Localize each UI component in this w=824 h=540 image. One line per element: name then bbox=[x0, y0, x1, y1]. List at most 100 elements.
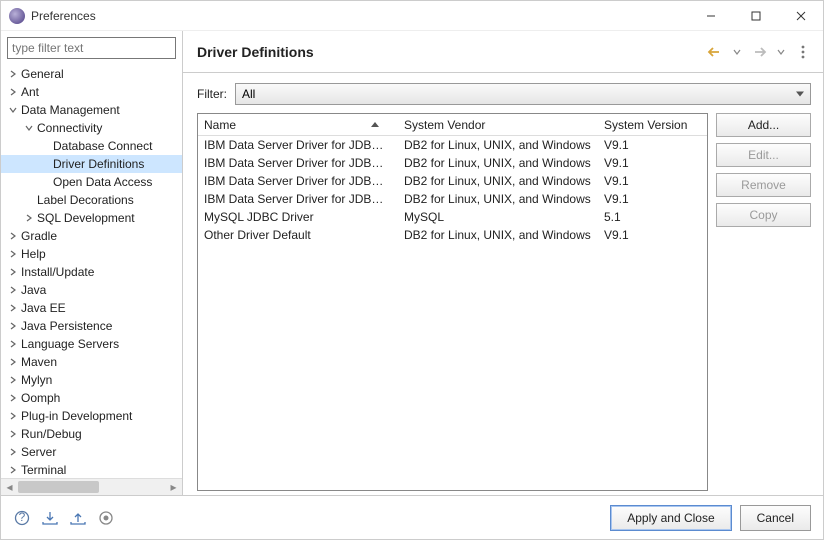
filter-text-input[interactable] bbox=[7, 37, 176, 59]
tree-item[interactable]: Mylyn bbox=[1, 371, 182, 389]
tree-item[interactable]: Maven bbox=[1, 353, 182, 371]
cell-name: IBM Data Server Driver for JDBC an... bbox=[198, 156, 398, 170]
tree-item[interactable]: Server bbox=[1, 443, 182, 461]
tree-item[interactable]: Label Decorations bbox=[1, 191, 182, 209]
scroll-right-icon[interactable]: ▸ bbox=[165, 479, 182, 495]
tree-item[interactable]: Open Data Access bbox=[1, 173, 182, 191]
export-icon[interactable] bbox=[69, 509, 87, 527]
tree-item[interactable]: Terminal bbox=[1, 461, 182, 478]
chevron-right-icon[interactable] bbox=[7, 448, 19, 456]
help-icon[interactable]: ? bbox=[13, 509, 31, 527]
chevron-down-icon[interactable] bbox=[7, 106, 19, 114]
cell-version: V9.1 bbox=[598, 138, 707, 152]
remove-button[interactable]: Remove bbox=[716, 173, 811, 197]
sidebar-horizontal-scroll[interactable]: ◂ ▸ bbox=[1, 478, 182, 495]
table-row[interactable]: IBM Data Server Driver for JDBC an...DB2… bbox=[198, 136, 707, 154]
tree-item-label: Oomph bbox=[21, 391, 60, 405]
tree-item[interactable]: Connectivity bbox=[1, 119, 182, 137]
tree-item-label: Connectivity bbox=[37, 121, 102, 135]
chevron-right-icon[interactable] bbox=[7, 322, 19, 330]
chevron-right-icon[interactable] bbox=[7, 286, 19, 294]
tree-item[interactable]: Java EE bbox=[1, 299, 182, 317]
chevron-right-icon[interactable] bbox=[7, 70, 19, 78]
copy-button[interactable]: Copy bbox=[716, 203, 811, 227]
filter-dropdown[interactable]: All bbox=[235, 83, 811, 105]
table-row[interactable]: MySQL JDBC DriverMySQL5.1 bbox=[198, 208, 707, 226]
minimize-button[interactable] bbox=[688, 1, 733, 31]
cell-vendor: DB2 for Linux, UNIX, and Windows bbox=[398, 156, 598, 170]
tree-item[interactable]: Driver Definitions bbox=[1, 155, 182, 173]
column-header-version[interactable]: System Version bbox=[598, 114, 707, 135]
cell-name: IBM Data Server Driver for JDBC an... bbox=[198, 174, 398, 188]
column-header-vendor[interactable]: System Vendor bbox=[398, 114, 598, 135]
chevron-right-icon[interactable] bbox=[7, 376, 19, 384]
tree-item-label: Gradle bbox=[21, 229, 57, 243]
table-row[interactable]: IBM Data Server Driver for JDBC an...DB2… bbox=[198, 154, 707, 172]
preferences-tree[interactable]: General AntData Management Connectivity Dat… bbox=[1, 63, 182, 478]
import-icon[interactable] bbox=[41, 509, 59, 527]
tree-item[interactable]: Run/Debug bbox=[1, 425, 182, 443]
back-menu-chevron-icon[interactable] bbox=[727, 42, 747, 62]
tree-item[interactable]: Java Persistence bbox=[1, 317, 182, 335]
table-row[interactable]: Other Driver DefaultDB2 for Linux, UNIX,… bbox=[198, 226, 707, 244]
apply-and-close-button[interactable]: Apply and Close bbox=[610, 505, 731, 531]
forward-menu-chevron-icon[interactable] bbox=[771, 42, 791, 62]
tree-item[interactable]: Ant bbox=[1, 83, 182, 101]
chevron-right-icon[interactable] bbox=[7, 412, 19, 420]
chevron-right-icon[interactable] bbox=[7, 466, 19, 474]
chevron-right-icon[interactable] bbox=[7, 250, 19, 258]
maximize-button[interactable] bbox=[733, 1, 778, 31]
tree-item-label: Help bbox=[21, 247, 46, 261]
cell-vendor: DB2 for Linux, UNIX, and Windows bbox=[398, 192, 598, 206]
tree-item[interactable]: Install/Update bbox=[1, 263, 182, 281]
back-button[interactable] bbox=[705, 42, 725, 62]
chevron-right-icon[interactable] bbox=[23, 214, 35, 222]
chevron-right-icon[interactable] bbox=[7, 304, 19, 312]
tree-item[interactable]: General bbox=[1, 65, 182, 83]
view-menu-icon[interactable] bbox=[793, 42, 813, 62]
scroll-left-icon[interactable]: ◂ bbox=[1, 479, 18, 495]
cell-version: 5.1 bbox=[598, 210, 707, 224]
add-button[interactable]: Add... bbox=[716, 113, 811, 137]
cell-version: V9.1 bbox=[598, 228, 707, 242]
tree-item-label: General bbox=[21, 67, 64, 81]
column-header-name[interactable]: Name bbox=[198, 114, 398, 135]
cell-name: IBM Data Server Driver for JDBC an... bbox=[198, 138, 398, 152]
chevron-down-icon[interactable] bbox=[23, 124, 35, 132]
tree-item-label: Open Data Access bbox=[53, 175, 152, 189]
tree-item-label: Mylyn bbox=[21, 373, 52, 387]
tree-item[interactable]: Database Connect bbox=[1, 137, 182, 155]
tree-item[interactable]: Data Management bbox=[1, 101, 182, 119]
tree-item[interactable]: SQL Development bbox=[1, 209, 182, 227]
tree-item-label: SQL Development bbox=[37, 211, 135, 225]
svg-text:?: ? bbox=[19, 510, 26, 524]
oomph-record-icon[interactable] bbox=[97, 509, 115, 527]
forward-button[interactable] bbox=[749, 42, 769, 62]
edit-button[interactable]: Edit... bbox=[716, 143, 811, 167]
tree-item[interactable]: Plug-in Development bbox=[1, 407, 182, 425]
close-button[interactable] bbox=[778, 1, 823, 31]
chevron-right-icon[interactable] bbox=[7, 394, 19, 402]
tree-item[interactable]: Gradle bbox=[1, 227, 182, 245]
window-title: Preferences bbox=[31, 9, 96, 23]
cell-name: Other Driver Default bbox=[198, 228, 398, 242]
scroll-thumb[interactable] bbox=[18, 481, 99, 493]
page-title: Driver Definitions bbox=[197, 44, 703, 60]
table-row[interactable]: IBM Data Server Driver for JDBC an...DB2… bbox=[198, 190, 707, 208]
chevron-right-icon[interactable] bbox=[7, 340, 19, 348]
tree-item[interactable]: Help bbox=[1, 245, 182, 263]
chevron-right-icon[interactable] bbox=[7, 430, 19, 438]
chevron-right-icon[interactable] bbox=[7, 358, 19, 366]
chevron-right-icon[interactable] bbox=[7, 268, 19, 276]
cell-name: IBM Data Server Driver for JDBC an... bbox=[198, 192, 398, 206]
chevron-right-icon[interactable] bbox=[7, 88, 19, 96]
table-row[interactable]: IBM Data Server Driver for JDBC an...DB2… bbox=[198, 172, 707, 190]
chevron-right-icon[interactable] bbox=[7, 232, 19, 240]
tree-item[interactable]: Language Servers bbox=[1, 335, 182, 353]
cell-vendor: DB2 for Linux, UNIX, and Windows bbox=[398, 174, 598, 188]
filter-value: All bbox=[242, 87, 255, 101]
tree-item-label: Server bbox=[21, 445, 56, 459]
tree-item[interactable]: Java bbox=[1, 281, 182, 299]
tree-item[interactable]: Oomph bbox=[1, 389, 182, 407]
cancel-button[interactable]: Cancel bbox=[740, 505, 811, 531]
